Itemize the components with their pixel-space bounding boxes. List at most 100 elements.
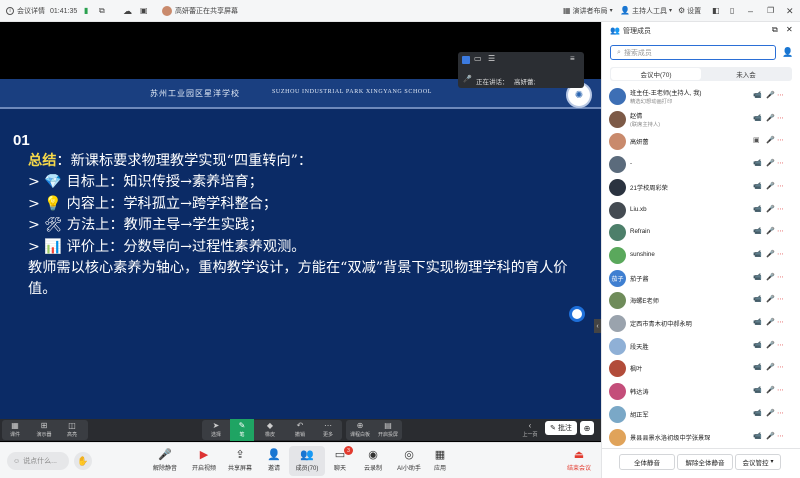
member-row[interactable]: 段天胜 📹 🎤 ⋯ <box>602 336 800 358</box>
more-icon[interactable]: ⋯ <box>777 387 784 394</box>
more-icon[interactable]: ⋯ <box>777 206 784 213</box>
pen-tool-button[interactable]: ✎ 笔 <box>230 419 254 441</box>
presenter-button[interactable]: ⊞ 演示器 <box>32 419 56 441</box>
start-video-button[interactable]: ▶ 开启视频 <box>186 446 222 476</box>
minimize-icon[interactable]: – <box>748 0 753 22</box>
highlight-button[interactable]: ◫ 高亮 <box>60 419 84 441</box>
camera-off-icon[interactable]: 📹 <box>753 183 762 190</box>
microphone-muted-icon[interactable]: 🎤 <box>766 183 775 190</box>
compact-icon[interactable]: ▯ <box>730 0 734 22</box>
camera-off-icon[interactable]: 📹 <box>753 296 762 303</box>
unmute-button[interactable]: 🎤 解除静音 <box>147 446 183 476</box>
more-icon[interactable]: ⋯ <box>777 274 784 281</box>
more-icon[interactable]: ⋯ <box>777 364 784 371</box>
more-icon[interactable]: ⋯ <box>777 342 784 349</box>
zoom-in-icon[interactable]: ⊕ <box>580 421 594 435</box>
select-tool-button[interactable]: ➤ 选择 <box>204 419 228 441</box>
more-icon[interactable]: ⋯ <box>777 183 784 190</box>
member-row[interactable]: 枫叶 📹 🎤 ⋯ <box>602 358 800 380</box>
chat-input[interactable]: ☺ 说点什么... <box>7 452 69 470</box>
microphone-icon[interactable]: 🎤 <box>766 137 775 144</box>
chat-button[interactable]: ▭ 聊天 3 <box>322 446 358 476</box>
camera-off-icon[interactable]: 📹 <box>753 387 762 394</box>
undo-button[interactable]: ↶ 撤销 <box>288 419 312 441</box>
more-icon[interactable]: ⋯ <box>777 433 784 440</box>
stack-icon[interactable]: ☰ <box>488 55 495 63</box>
camera-off-icon[interactable]: 📹 <box>753 342 762 349</box>
member-row[interactable]: Refrain 📹 🎤 ⋯ <box>602 222 800 244</box>
sidebar-toggle-icon[interactable]: ◧ <box>712 0 720 22</box>
tab-in-meeting[interactable]: 会议中(70) <box>611 68 701 80</box>
close-icon[interactable]: ✕ <box>786 26 793 34</box>
more-icon[interactable]: ⋯ <box>777 92 784 99</box>
settings-button[interactable]: ⚙ 设置 <box>678 0 701 22</box>
popout-icon[interactable]: ⧉ <box>99 0 105 22</box>
host-tools-button[interactable]: 👤 主持人工具 ▾ <box>620 0 672 22</box>
eraser-tool-button[interactable]: ◆ 橡皮 <box>258 419 282 441</box>
member-row[interactable]: Liu.xb 📹 🎤 ⋯ <box>602 200 800 222</box>
microphone-muted-icon[interactable]: 🎤 <box>766 296 775 303</box>
cloud-icon[interactable]: ☁ <box>123 0 132 22</box>
end-meeting-button[interactable]: ⏏ 结束会议 <box>561 446 597 476</box>
microphone-muted-icon[interactable]: 🎤 <box>766 410 775 417</box>
more-icon[interactable]: ⋯ <box>777 296 784 303</box>
camera-off-icon[interactable]: 📹 <box>753 319 762 326</box>
member-row[interactable]: - 📹 🎤 ⋯ <box>602 154 800 176</box>
camera-off-icon[interactable]: 📹 <box>753 115 762 122</box>
apps-button[interactable]: ▦ 应用 <box>422 446 458 476</box>
meeting-details-button[interactable]: i 会议详情 <box>6 0 45 22</box>
microphone-muted-icon[interactable]: 🎤 <box>766 387 775 394</box>
member-row[interactable]: 韩达涛 📹 🎤 ⋯ <box>602 381 800 403</box>
more-icon[interactable]: ⋯ <box>777 160 784 167</box>
member-row[interactable]: 定西市青木初中郝永明 📹 🎤 ⋯ <box>602 313 800 335</box>
microphone-muted-icon[interactable]: 🎤 <box>766 364 775 371</box>
member-row[interactable]: 班主任-王老师(主持人, 我) 精选幻想动画打印 📹 🎤 ⋯ <box>602 86 800 108</box>
popout-icon[interactable]: ⧉ <box>772 26 778 34</box>
add-user-icon[interactable]: 👤 <box>782 48 793 57</box>
more-icon[interactable]: ⋯ <box>777 228 784 235</box>
microphone-muted-icon[interactable]: 🎤 <box>766 274 775 281</box>
window-icon[interactable]: ▭ <box>474 55 482 63</box>
chevron-left-icon[interactable]: ‹ <box>594 319 601 333</box>
camera-off-icon[interactable]: 📹 <box>753 206 762 213</box>
microphone-muted-icon[interactable]: 🎤 <box>766 433 775 440</box>
microphone-muted-icon[interactable]: 🎤 <box>766 251 775 258</box>
member-row[interactable]: 茄子 茄子酱 📹 🎤 ⋯ <box>602 268 800 290</box>
camera-off-icon[interactable]: 📹 <box>753 274 762 281</box>
member-row[interactable]: 海螺E老师 📹 🎤 ⋯ <box>602 290 800 312</box>
unmute-all-button[interactable]: 解除全体静音 <box>677 454 733 470</box>
microphone-muted-icon[interactable]: 🎤 <box>766 342 775 349</box>
courseware-button[interactable]: ▦ 课件 <box>4 419 26 441</box>
member-row[interactable]: sunshine 📹 🎤 ⋯ <box>602 245 800 267</box>
annotate-button[interactable]: ✎ 批注 <box>545 421 577 435</box>
member-row[interactable]: 景县县景水洛初级中学张景琛 📹 🎤 ⋯ <box>602 427 800 449</box>
whiteboard-button[interactable]: ⊕ 课程白板 <box>348 419 372 441</box>
screen-share-icon[interactable]: ▣ <box>753 137 760 144</box>
meeting-control-button[interactable]: 会议管控 ▾ <box>735 454 781 470</box>
cloud-record-button[interactable]: ◉ 云录制 <box>355 446 391 476</box>
invite-button[interactable]: 👤 邀请 <box>256 446 292 476</box>
speaker-layout-button[interactable]: ▦ 演讲者布局 ▾ <box>563 0 613 22</box>
camera-off-icon[interactable]: 📹 <box>753 92 762 99</box>
microphone-muted-icon[interactable]: 🎤 <box>766 160 775 167</box>
microphone-muted-icon[interactable]: 🎤 <box>766 115 775 122</box>
more-icon[interactable]: ⋯ <box>777 115 784 122</box>
laser-pointer-button[interactable] <box>569 306 585 322</box>
more-icon[interactable]: ⋯ <box>777 251 784 258</box>
member-row[interactable]: 胡正军 📹 🎤 ⋯ <box>602 404 800 426</box>
camera-off-icon[interactable]: 📹 <box>753 364 762 371</box>
prev-page-button[interactable]: ‹ 上一页 <box>518 419 542 441</box>
screen-icon[interactable]: ▣ <box>140 0 148 22</box>
close-icon[interactable]: ✕ <box>786 0 794 22</box>
restore-icon[interactable]: ❐ <box>767 0 774 22</box>
mute-all-button[interactable]: 全体静音 <box>619 454 675 470</box>
more-icon[interactable]: ⋯ <box>777 410 784 417</box>
more-tools-button[interactable]: ⋯ 更多 <box>316 419 340 441</box>
more-icon[interactable]: ⋯ <box>777 319 784 326</box>
camera-off-icon[interactable]: 📹 <box>753 228 762 235</box>
menu-icon[interactable]: ≡ <box>570 55 575 63</box>
member-search-input[interactable]: ⌕ 搜索成员 <box>610 45 776 60</box>
member-row[interactable]: 赵倩 (联席主持人) 📹 🎤 ⋯ <box>602 109 800 131</box>
member-row[interactable]: 21学校周彩荣 📹 🎤 ⋯ <box>602 177 800 199</box>
member-row[interactable]: 高妍蕾 ▣ 🎤 ⋯ <box>602 131 800 153</box>
